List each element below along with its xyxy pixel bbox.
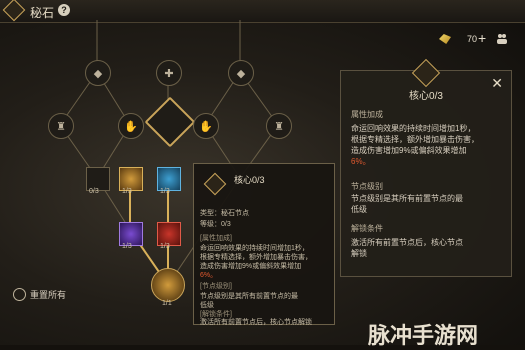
node-row2-1[interactable]: ♜ [48,113,74,139]
core-node-icon [203,172,227,196]
section-text: 节点级别是其所有前置节点的最 低级 [351,194,463,214]
people-icon[interactable] [496,33,508,45]
tooltip-grade: 等级：0/3 [200,221,231,228]
section-text: 激活所有前置节点后，核心节点 解锁 [351,238,463,258]
tooltip-text: 激活所有前置节点后，核心节点解锁 [200,319,312,326]
tooltip-title: 核心0/3 [234,175,265,185]
tooltip-type: 类型：秘石节点 [200,210,249,217]
node-top-right[interactable]: ◆ [228,60,254,86]
node-row2-5[interactable]: ♜ [266,113,292,139]
section-label: 节点级别 [351,182,383,191]
rune-count: 1/3 [122,243,132,250]
add-currency-button[interactable]: + [478,30,486,46]
rune-count: 0/3 [89,188,99,195]
node-top-left[interactable]: ◆ [85,60,111,86]
reset-all-button[interactable]: 重置所有 [30,288,66,301]
section-text: 命运回响效果的持续时间增加1秒， 根据专精选择，额外增加暴击伤害， 造成伤害增加… [351,124,479,166]
node-row2-4[interactable]: ✋ [193,113,219,139]
rune-count: 1/3 [160,243,170,250]
site-watermark: 脉冲手游网 [368,323,479,348]
panel-title: 核心0/3 [409,91,443,102]
tooltip-text: 命运回响效果的持续时间增加1秒， 根据专精选择，额外增加暴击伤害， 造成伤害增加… [200,245,312,279]
rune-count: 1/1 [162,300,172,307]
currency-value: 70 [467,34,478,44]
rune-count: 1/3 [160,188,170,195]
node-detail-panel: ✕ 核心0/3 属性加成 命运回响效果的持续时间增加1秒， 根据专精选择，额外增… [340,58,512,277]
tooltip-section: [节点级别] [200,283,232,290]
section-label: 解锁条件 [351,224,383,233]
node-top-center[interactable]: ✚ [156,60,182,86]
core-node-bottom[interactable] [151,268,185,302]
tooltip-text: 节点级别是其所有前置节点的最 低级 [200,293,298,309]
node-row2-2[interactable]: ✋ [118,113,144,139]
reset-icon[interactable] [13,288,26,301]
node-tooltip: 核心0/3 类型：秘石节点 等级：0/3 [属性加成] 命运回响效果的持续时间增… [193,163,335,326]
tooltip-section: [属性加成] [200,235,232,242]
section-label: 属性加成 [351,110,383,119]
rune-count: 1/3 [122,188,132,195]
